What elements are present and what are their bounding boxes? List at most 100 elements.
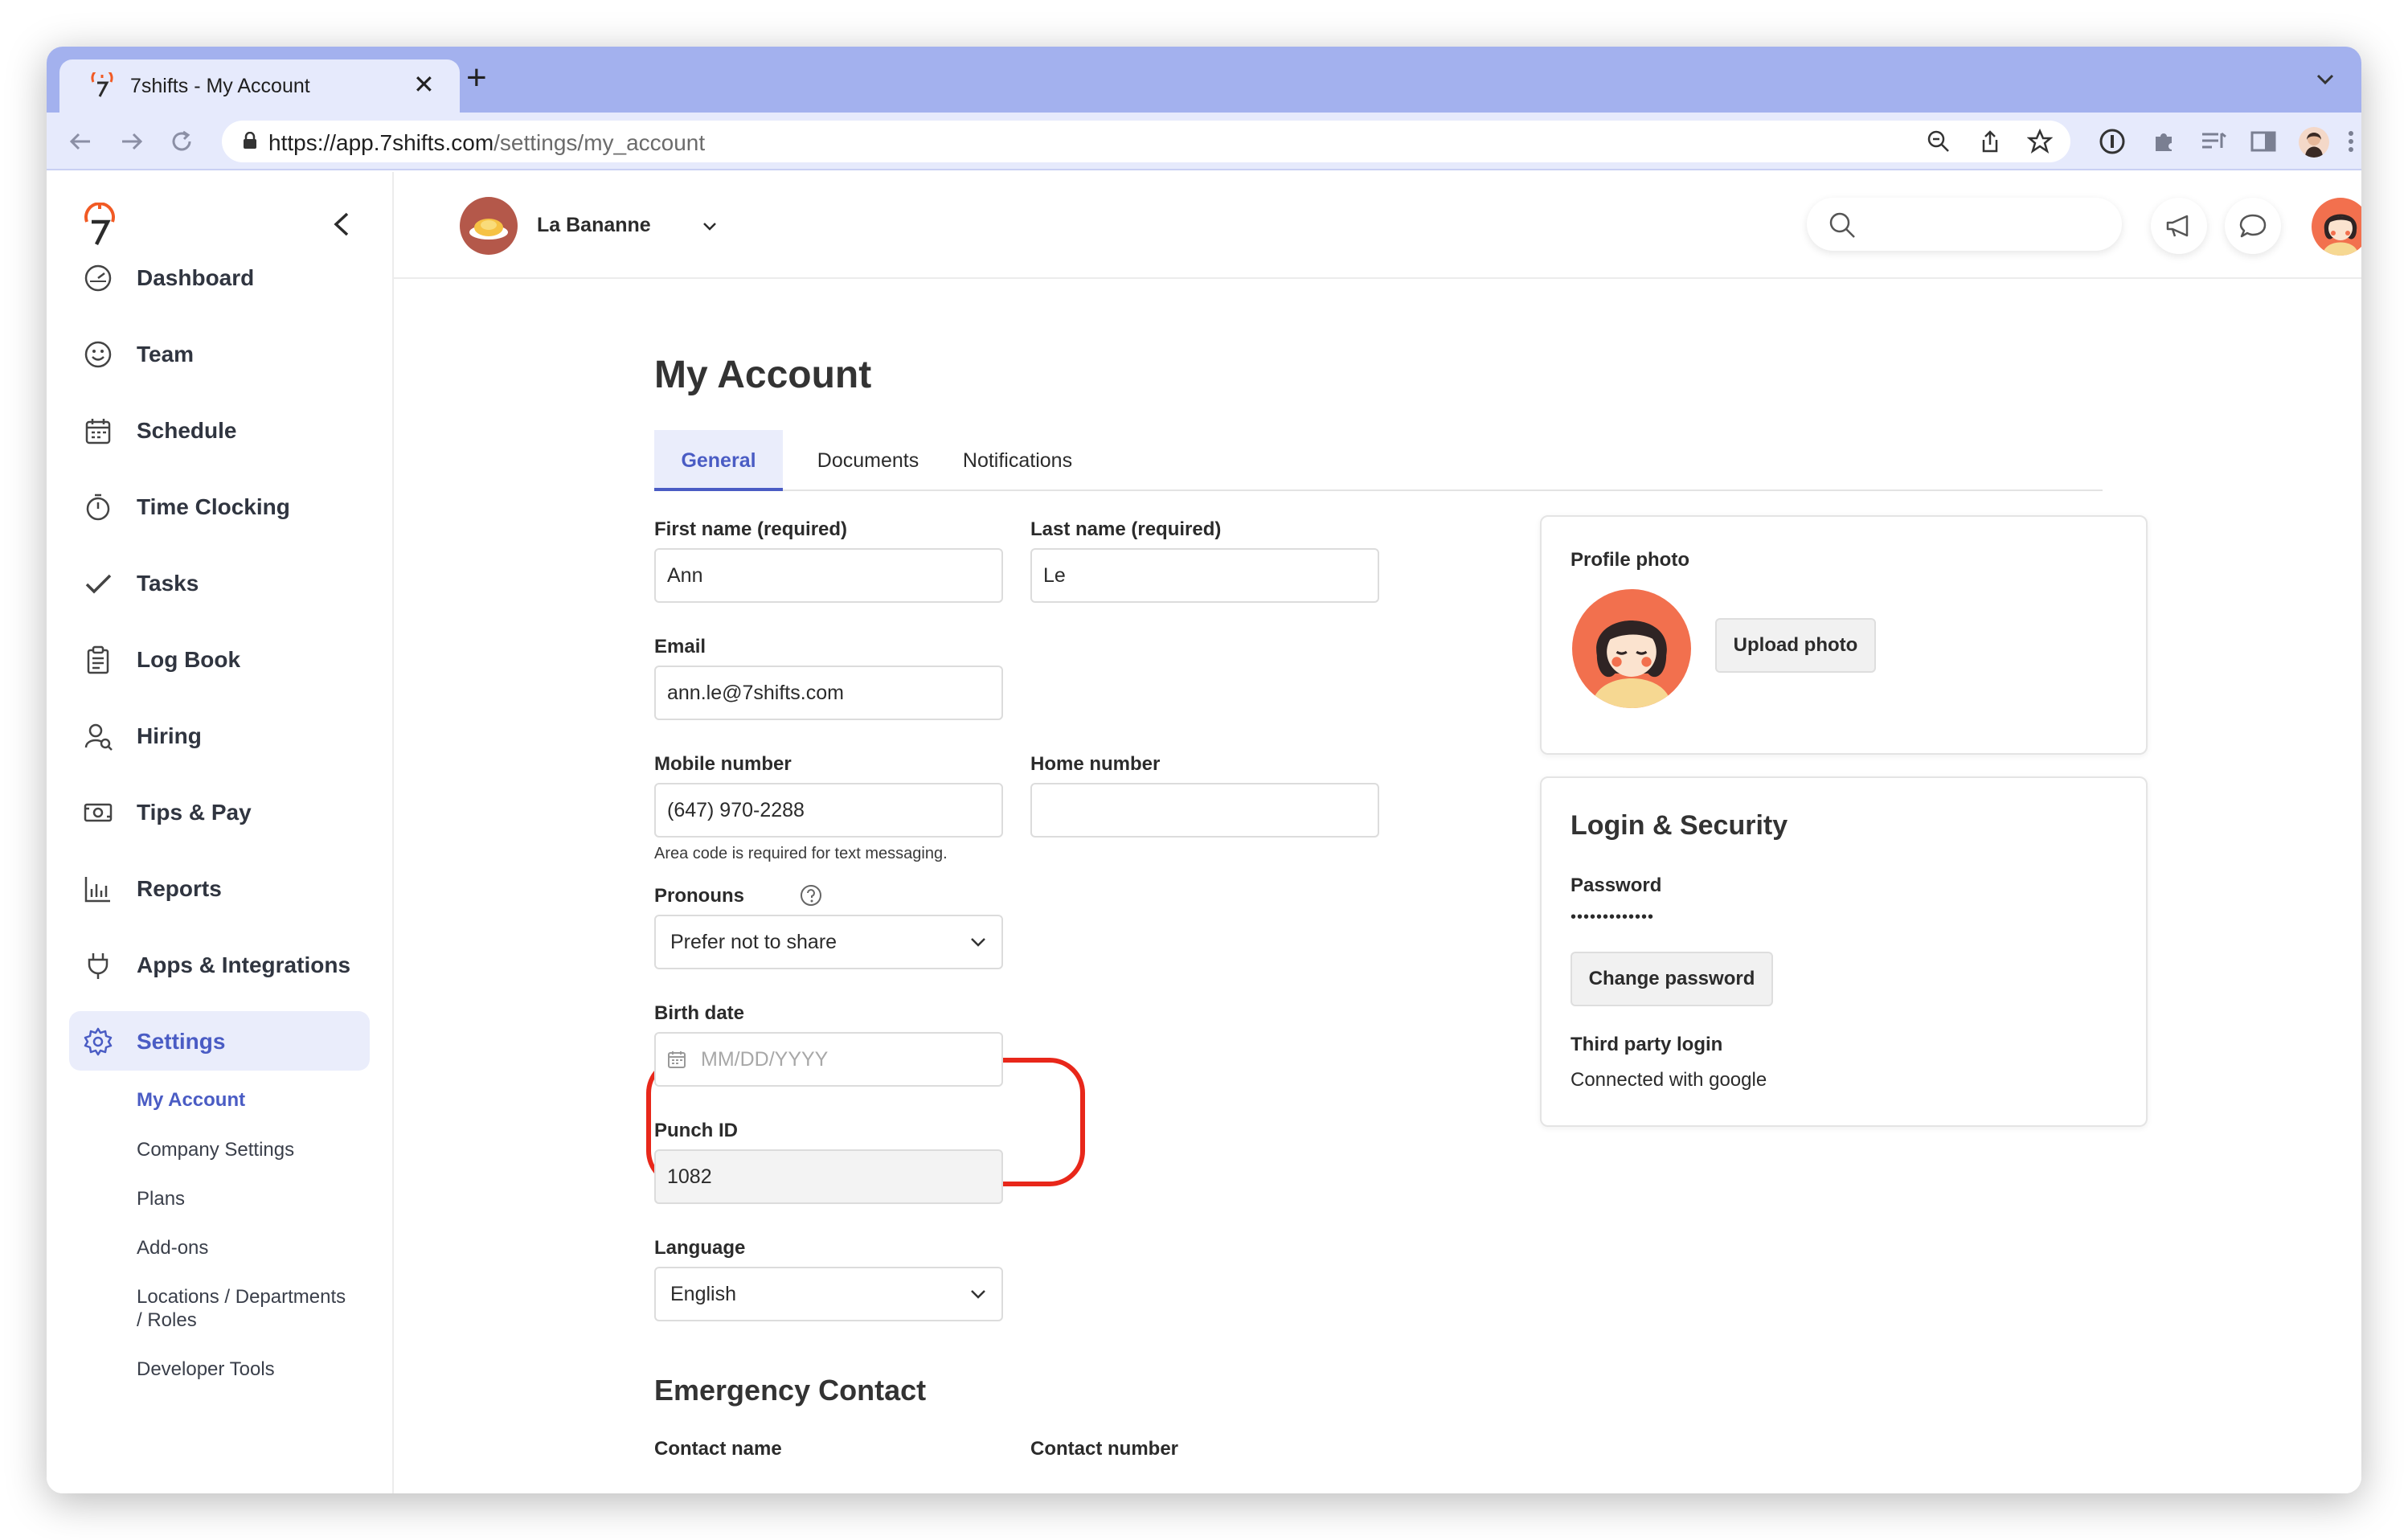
browser-tab-strip: 7shifts - My Account ✕ + [47, 47, 2361, 113]
zoom-icon[interactable] [1926, 129, 1951, 154]
mobile-number-field[interactable]: (647) 970-2288 [654, 783, 1003, 838]
browser-profile-avatar[interactable] [2299, 127, 2329, 158]
tab-general[interactable]: General [654, 430, 783, 491]
sidebar-item-tasks[interactable]: Tasks [69, 553, 370, 612]
sidebar-item-time-clocking[interactable]: Time Clocking [69, 477, 370, 536]
user-avatar[interactable] [2312, 198, 2361, 256]
chevron-down-icon [971, 938, 985, 947]
url-host: https://app.7shifts.com [268, 130, 494, 155]
sidebar-item-settings[interactable]: Settings [69, 1011, 370, 1071]
page-title: My Account [654, 354, 872, 396]
help-question-icon[interactable] [799, 883, 823, 907]
user-portrait-icon [1591, 621, 1672, 708]
subnav-roles[interactable]: / Roles [137, 1309, 197, 1333]
browser-window: 7shifts - My Account ✕ + https://app.7sh… [47, 47, 2361, 1493]
sidebar-item-reports[interactable]: Reports [69, 858, 370, 918]
sidebar-item-label: Tips & Pay [137, 800, 252, 825]
money-icon [84, 803, 113, 822]
7shifts-logo-icon[interactable] [80, 203, 119, 248]
location-avatar[interactable] [460, 197, 518, 255]
tab-notifications[interactable]: Notifications [953, 430, 1082, 491]
reading-list-icon[interactable] [2199, 127, 2228, 156]
sidebar-item-label: Reports [137, 876, 222, 901]
back-arrow-icon[interactable] [68, 129, 93, 154]
chat-bubble-icon [2239, 214, 2267, 238]
address-bar[interactable]: https://app.7shifts.com/settings/my_acco… [222, 121, 2070, 162]
new-tab-button[interactable]: + [466, 59, 487, 96]
last-name-field[interactable]: Le [1030, 548, 1379, 603]
subnav-my-account[interactable]: My Account [137, 1088, 245, 1112]
sidebar-item-team[interactable]: Team [69, 324, 370, 383]
bookmark-star-icon[interactable] [2027, 129, 2053, 154]
share-icon[interactable] [1977, 129, 2003, 154]
profile-photo-avatar [1572, 589, 1691, 708]
dashboard-icon [84, 264, 112, 292]
collapse-sidebar-icon[interactable] [330, 211, 354, 238]
password-label: Password [1571, 874, 1662, 896]
extensions-puzzle-icon[interactable] [2149, 127, 2178, 156]
sidebar-item-label: Team [137, 342, 195, 367]
chevron-down-icon[interactable] [701, 217, 719, 235]
sidebar-item-schedule[interactable]: Schedule [69, 400, 370, 460]
stopwatch-icon [86, 494, 110, 521]
first-name-label: First name (required) [654, 518, 848, 540]
subnav-company-settings[interactable]: Company Settings [137, 1138, 294, 1162]
email-field[interactable]: ann.le@7shifts.com [654, 666, 1003, 720]
sidebar-item-dashboard[interactable]: Dashboard [69, 248, 370, 307]
subnav-plans[interactable]: Plans [137, 1187, 185, 1211]
gear-icon [84, 1027, 113, 1056]
close-tab-icon[interactable]: ✕ [413, 70, 435, 99]
sidebar-item-hiring[interactable]: Hiring [69, 706, 370, 765]
change-password-button[interactable]: Change password [1571, 952, 1773, 1006]
birth-date-label: Birth date [654, 1002, 745, 1024]
browser-tab[interactable]: 7shifts - My Account ✕ [59, 59, 460, 113]
third-party-login-label: Third party login [1571, 1034, 1723, 1055]
tab-search-chevron-icon[interactable] [2313, 69, 2337, 88]
sidebar-item-label: Dashboard [137, 265, 255, 290]
side-panel-icon[interactable] [2249, 127, 2278, 156]
birth-date-field[interactable]: MM/DD/YYYY [654, 1032, 1003, 1087]
megaphone-icon [2166, 215, 2189, 237]
contact-number-label: Contact number [1030, 1438, 1179, 1460]
7shifts-favicon-icon [91, 72, 113, 97]
announcements-button[interactable] [2151, 198, 2207, 254]
reload-icon[interactable] [169, 129, 195, 154]
sidebar-item-log-book[interactable]: Log Book [69, 629, 370, 689]
tab-documents[interactable]: Documents [810, 430, 926, 491]
food-dish-icon [469, 219, 508, 240]
search-icon [1829, 212, 1855, 238]
subnav-developer-tools[interactable]: Developer Tools [137, 1358, 275, 1382]
sidebar-item-tips-pay[interactable]: Tips & Pay [69, 782, 370, 842]
messages-button[interactable] [2225, 198, 2281, 254]
sidebar-item-label: Settings [137, 1029, 226, 1054]
punch-id-label: Punch ID [654, 1120, 739, 1141]
team-icon [84, 341, 112, 368]
first-name-field[interactable]: Ann [654, 548, 1003, 603]
browser-menu-icon[interactable] [2347, 127, 2355, 156]
language-select[interactable]: English [654, 1267, 1003, 1321]
sidebar-item-label: Schedule [137, 418, 237, 443]
bar-chart-icon [84, 877, 110, 903]
subnav-add-ons[interactable]: Add-ons [137, 1236, 208, 1260]
emergency-contact-title: Emergency Contact [654, 1374, 927, 1407]
checkmark-icon [85, 574, 112, 594]
url-text: https://app.7shifts.com/settings/my_acco… [268, 130, 705, 156]
forward-arrow-icon[interactable] [119, 129, 145, 154]
pronouns-select[interactable]: Prefer not to share [654, 915, 1003, 969]
clipboard-icon [87, 645, 109, 674]
pronouns-label: Pronouns [654, 885, 744, 907]
location-name[interactable]: La Bananne [537, 214, 651, 237]
subnav-locations-departments[interactable]: Locations / Departments [137, 1285, 346, 1309]
main-content: My Account General Documents Notificatio… [394, 281, 2361, 1493]
search-input[interactable] [1807, 198, 2122, 251]
sidebar-item-label: Time Clocking [137, 494, 290, 519]
last-name-label: Last name (required) [1030, 518, 1222, 540]
sidebar-item-label: Tasks [137, 571, 199, 596]
app-header: La Bananne [394, 172, 2361, 279]
sidebar-item-apps-integrations[interactable]: Apps & Integrations [69, 935, 370, 994]
upload-photo-button[interactable]: Upload photo [1715, 618, 1876, 673]
plug-icon [88, 953, 109, 979]
chevron-down-icon [971, 1290, 985, 1299]
password-manager-icon[interactable] [2098, 127, 2127, 156]
home-number-field[interactable] [1030, 783, 1379, 838]
